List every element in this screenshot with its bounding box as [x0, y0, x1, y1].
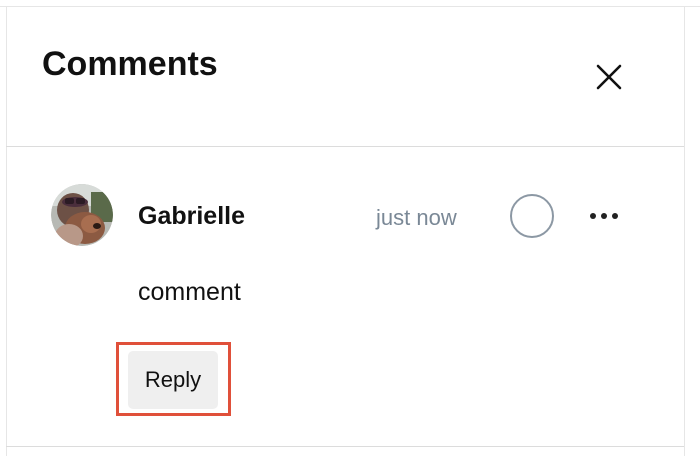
panel-title: Comments [42, 45, 218, 83]
comment-timestamp: just now [376, 205, 457, 230]
comments-panel: Comments Gabrielle just now comment Repl… [0, 0, 700, 456]
comment-author: Gabrielle [138, 202, 245, 230]
right-border [684, 6, 685, 456]
close-icon [596, 64, 622, 90]
header-divider [6, 146, 684, 147]
top-border [0, 6, 700, 7]
resolve-button[interactable] [510, 194, 554, 238]
reply-button[interactable]: Reply [128, 351, 218, 409]
close-button[interactable] [590, 58, 628, 96]
avatar[interactable] [51, 184, 113, 246]
more-options-button[interactable] [586, 202, 622, 230]
comment-body: comment [138, 278, 241, 306]
more-horizontal-icon [590, 213, 618, 219]
avatar-photo [51, 184, 113, 246]
left-border [6, 6, 7, 456]
comment-divider [6, 446, 684, 447]
